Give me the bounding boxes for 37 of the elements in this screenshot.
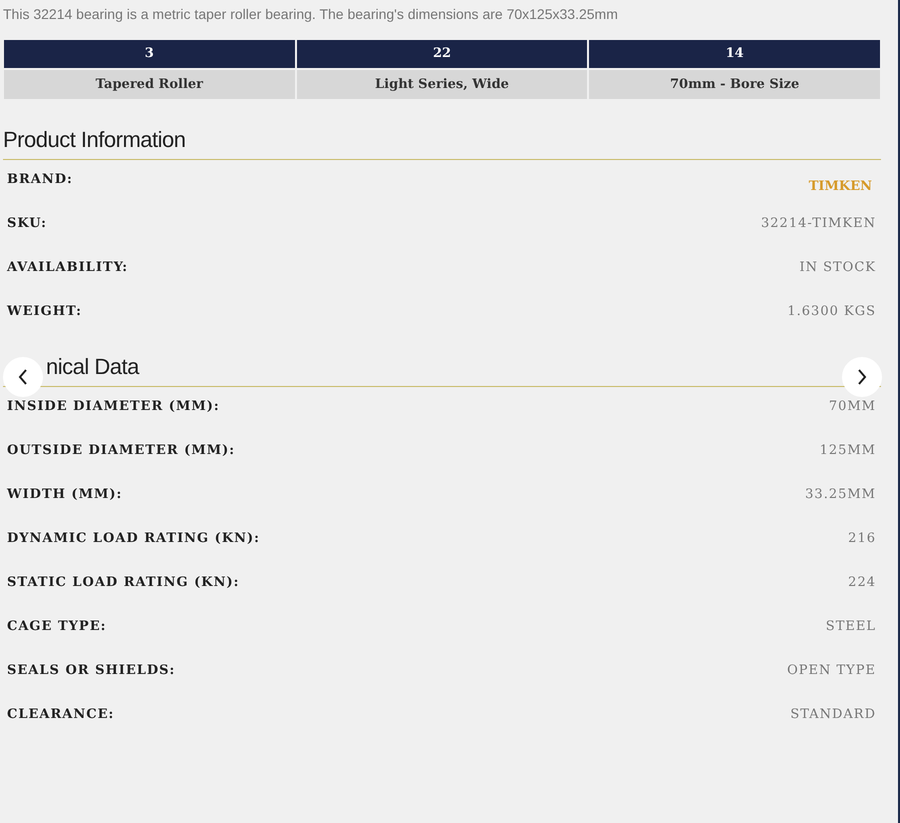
section-heading: nical Data [46, 353, 139, 381]
field-label: BRAND: [7, 171, 73, 189]
field-value: OPEN TYPE [787, 662, 876, 680]
field-value: 216 [848, 530, 876, 548]
field-label: WIDTH (MM): [7, 486, 122, 504]
code-description-cell: Tapered Roller [4, 70, 295, 99]
field-value: 70MM [828, 398, 876, 416]
field-value: 33.25MM [805, 486, 876, 504]
field-label: DYNAMIC LOAD RATING (KN): [7, 530, 260, 548]
field-label: OUTSIDE DIAMETER (MM): [7, 442, 236, 460]
chevron-left-icon [18, 369, 28, 385]
field-value: STEEL [826, 618, 876, 636]
section-heading: Product Information [3, 126, 186, 154]
field-label: CLEARANCE: [7, 706, 114, 724]
next-button[interactable] [842, 357, 882, 397]
field-label: WEIGHT: [7, 303, 82, 321]
code-description-cell: Light Series, Wide [296, 70, 588, 99]
field-label: INSIDE DIAMETER (MM): [7, 398, 220, 416]
previous-button[interactable] [3, 357, 43, 397]
field-label: CAGE TYPE: [7, 618, 106, 636]
field-label: SKU: [7, 215, 47, 233]
field-value: 32214-TIMKEN [761, 215, 876, 233]
intro-text: This 32214 bearing is a metric taper roller bearing. The bearing's dimensions are 70x125x33.25mm [2, 5, 619, 24]
brand-value: TIMKEN [808, 178, 872, 196]
code-header-cell: 22 [296, 40, 588, 68]
code-header-cell: 14 [589, 40, 880, 68]
field-value: 1.6300 KGS [787, 303, 876, 321]
field-value: STANDARD [790, 706, 876, 724]
field-value: 125MM [820, 442, 876, 460]
chevron-right-icon [857, 369, 867, 385]
field-value: 224 [848, 574, 876, 592]
code-description-cell: 70mm - Bore Size [589, 70, 880, 99]
field-label: STATIC LOAD RATING (KN): [7, 574, 240, 592]
code-header-cell: 3 [4, 40, 295, 68]
field-label: SEALS OR SHIELDS: [7, 662, 176, 680]
field-label: AVAILABILITY: [7, 259, 128, 277]
field-value: IN STOCK [799, 259, 876, 277]
